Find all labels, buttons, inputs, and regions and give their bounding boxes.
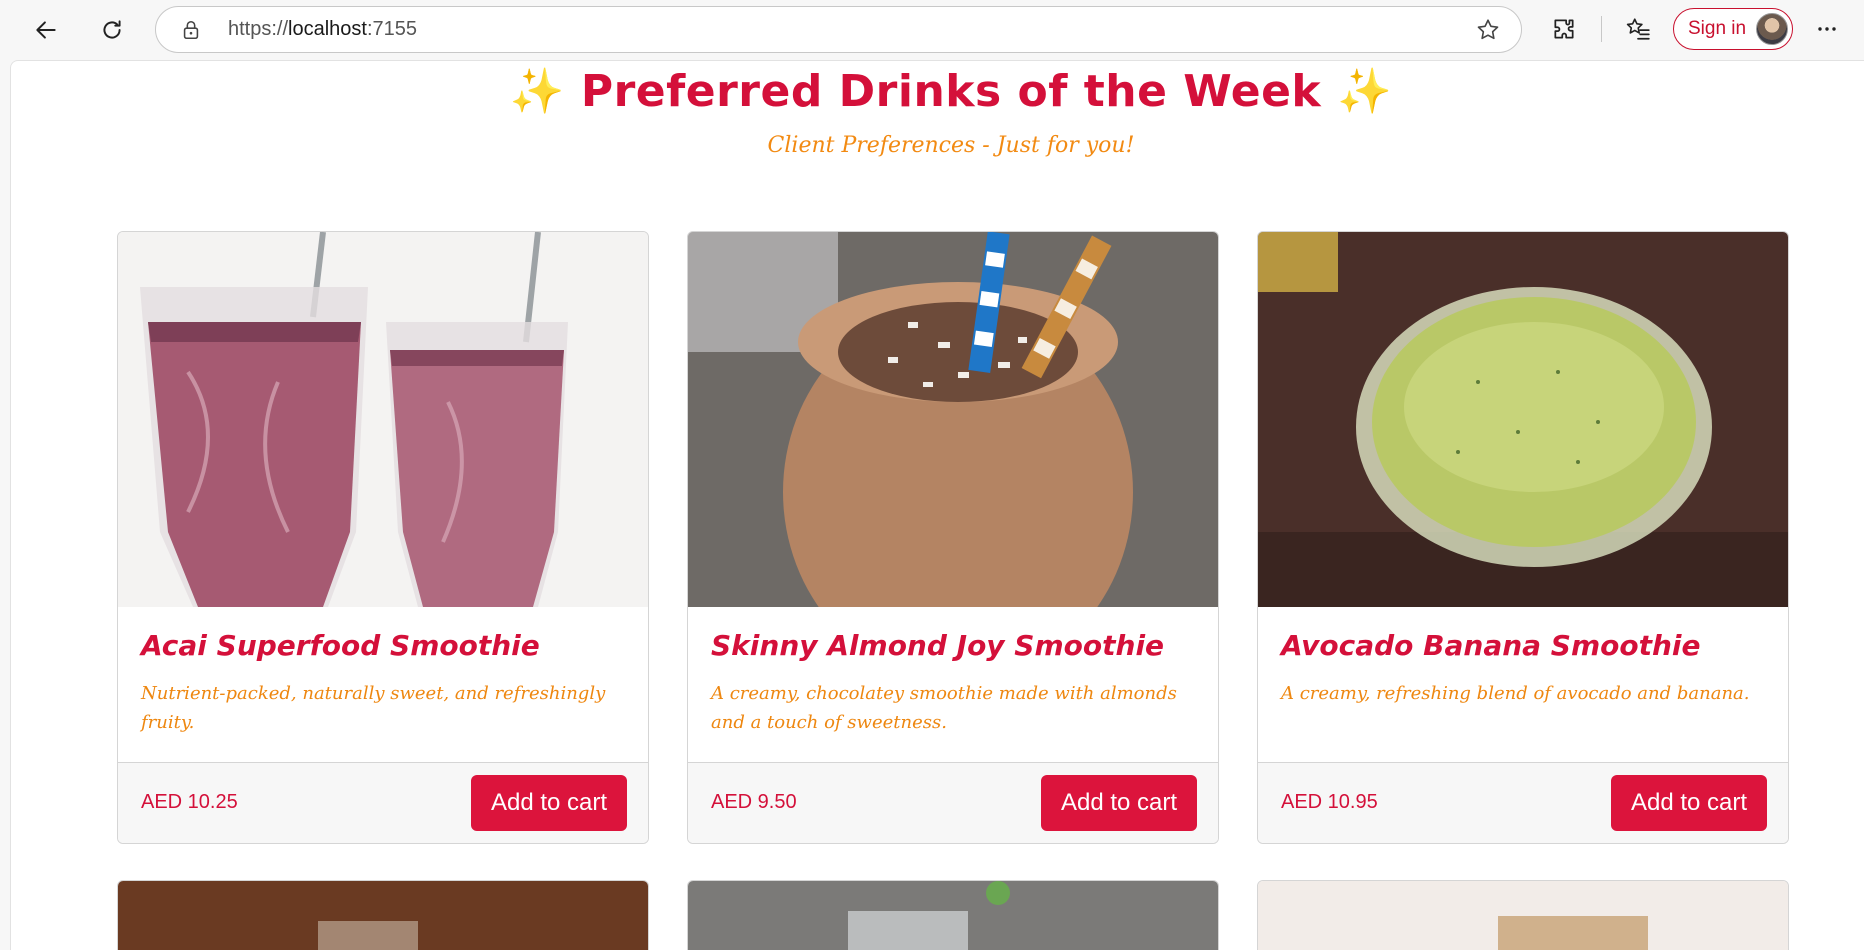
back-button[interactable] (26, 10, 66, 50)
avocado-banana-smoothie-image (1258, 232, 1788, 607)
page-title-text: Preferred Drinks of the Week (580, 66, 1322, 117)
product-price: AED 10.95 (1281, 791, 1378, 813)
product-price: AED 10.25 (141, 791, 238, 813)
page-title: ✨ Preferred Drinks of the Week ✨ (11, 65, 1864, 117)
product-description: A creamy, refreshing blend of avocado an… (1281, 683, 1750, 704)
favorites-button[interactable] (1622, 13, 1654, 45)
browser-toolbar: https://localhost:7155 Sign in (0, 0, 1864, 60)
extensions-button[interactable] (1548, 13, 1580, 45)
favorite-star-icon[interactable] (1475, 17, 1501, 43)
card-footer: AED 10.95 Add to cart (1258, 762, 1788, 843)
product-price: AED 9.50 (711, 791, 797, 813)
product-description: A creamy, chocolatey smoothie made with … (711, 683, 1177, 733)
favorites-list-icon (1626, 18, 1650, 40)
puzzle-icon (1554, 19, 1574, 39)
product-card-partial (687, 880, 1219, 950)
product-name[interactable]: Skinny Almond Joy Smoothie (711, 629, 1164, 662)
card-footer: AED 10.25 Add to cart (118, 762, 648, 843)
reload-button[interactable] (92, 10, 132, 50)
address-bar[interactable]: https://localhost:7155 (155, 6, 1522, 53)
sign-in-label: Sign in (1688, 18, 1747, 39)
url-text[interactable]: https://localhost:7155 (228, 18, 417, 41)
more-menu-button[interactable] (1812, 14, 1842, 44)
lock-icon[interactable] (180, 19, 202, 41)
add-to-cart-button[interactable]: Add to cart (471, 775, 627, 831)
almond-joy-smoothie-image (688, 232, 1218, 607)
product-name[interactable]: Avocado Banana Smoothie (1281, 629, 1701, 662)
acai-smoothie-image (118, 232, 648, 607)
product-card-partial (117, 880, 649, 950)
card-footer: AED 9.50 Add to cart (688, 762, 1218, 843)
drink-image (118, 881, 648, 950)
add-to-cart-button[interactable]: Add to cart (1611, 775, 1767, 831)
drink-image (688, 881, 1218, 950)
sparkle-icon: ✨ (509, 66, 565, 117)
arrow-left-icon (36, 21, 56, 39)
product-card-partial (1257, 880, 1789, 950)
page-subtitle: Client Preferences - Just for you! (767, 133, 1135, 158)
product-description: Nutrient-packed, naturally sweet, and re… (141, 683, 606, 733)
product-name[interactable]: Acai Superfood Smoothie (141, 629, 540, 662)
sign-in-button[interactable]: Sign in (1673, 8, 1793, 50)
avatar (1756, 13, 1788, 45)
drink-image (1258, 881, 1788, 950)
product-card: Avocado Banana Smoothie A creamy, refres… (1257, 231, 1789, 844)
product-card: Skinny Almond Joy Smoothie A creamy, cho… (687, 231, 1219, 844)
product-card: Acai Superfood Smoothie Nutrient-packed,… (117, 231, 649, 844)
page-viewport: ✨ Preferred Drinks of the Week ✨ Client … (10, 60, 1864, 950)
toolbar-divider (1601, 16, 1602, 42)
more-horizontal-icon (1818, 27, 1836, 31)
sparkle-icon: ✨ (1337, 66, 1393, 117)
refresh-icon (103, 20, 121, 39)
add-to-cart-button[interactable]: Add to cart (1041, 775, 1197, 831)
